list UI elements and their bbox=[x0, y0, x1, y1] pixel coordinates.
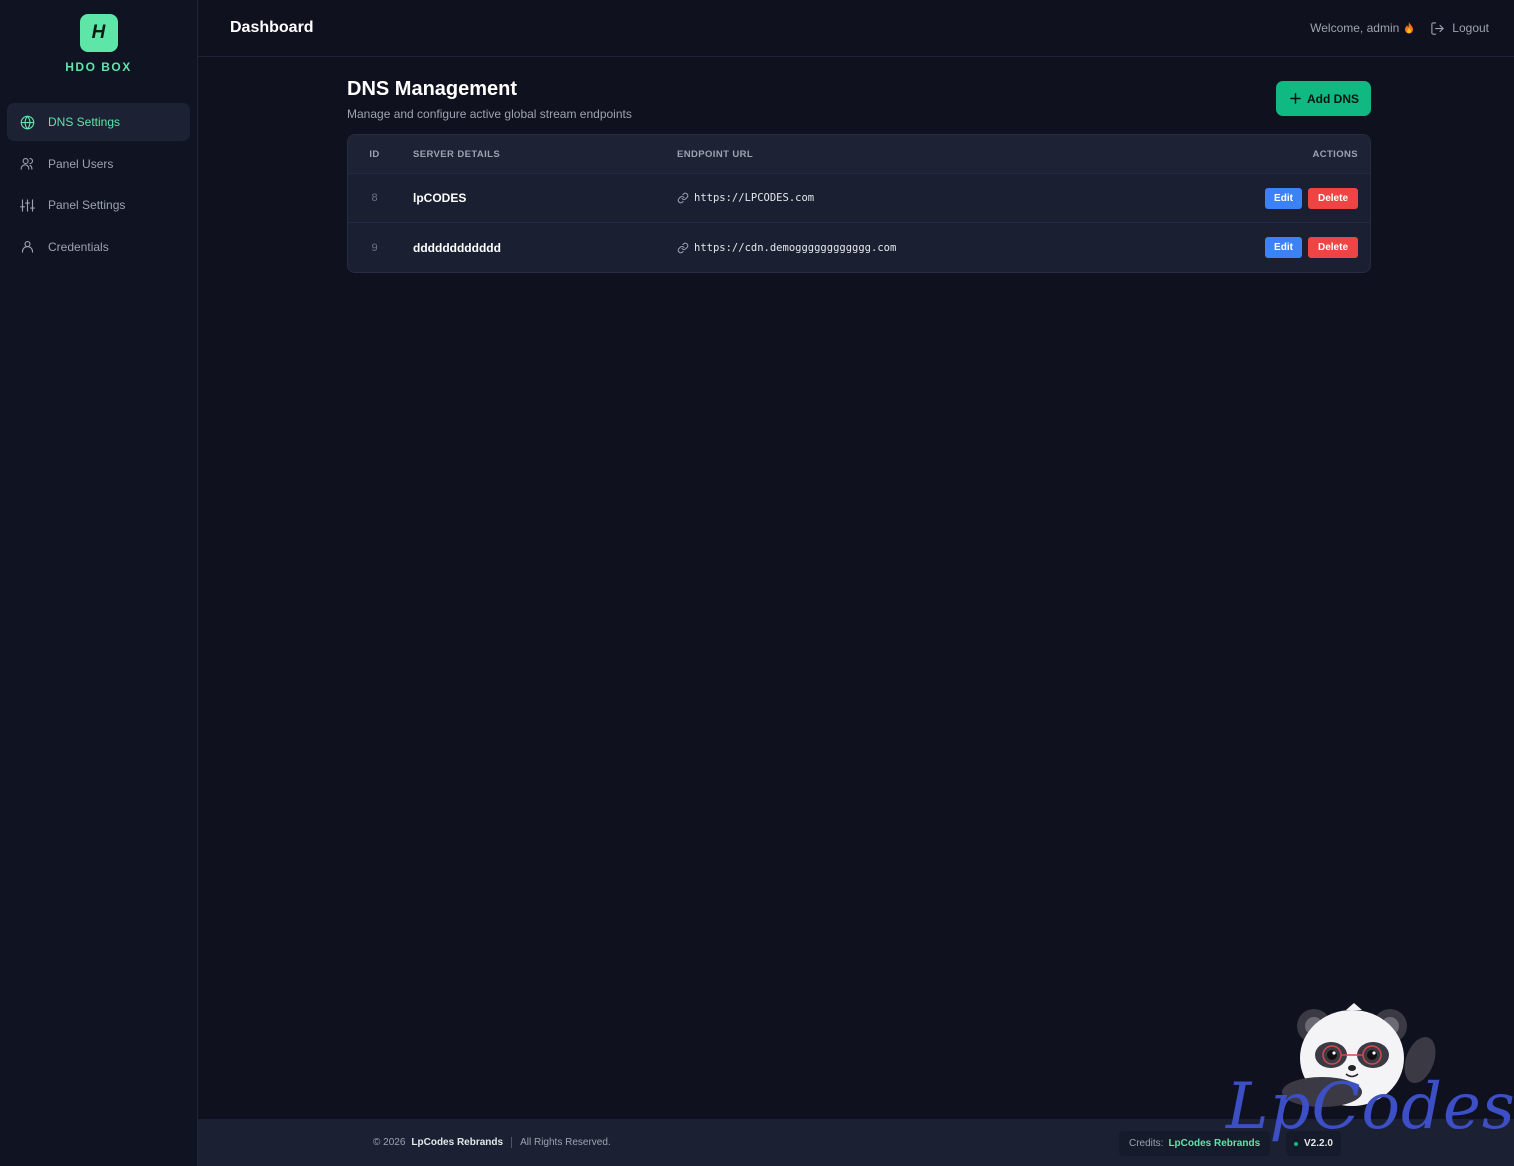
row-actions: Edit Delete bbox=[1170, 237, 1370, 258]
row-server-name: dddddddddddd bbox=[413, 240, 501, 255]
column-header-actions: ACTIONS bbox=[1312, 148, 1358, 160]
copyright-year: © 2026 bbox=[373, 1137, 406, 1148]
row-server-name: lpCODES bbox=[413, 191, 467, 205]
row-actions: Edit Delete bbox=[1170, 187, 1370, 209]
sidebar-nav: DNS Settings Panel Users Panel Settings … bbox=[0, 103, 197, 266]
footer-rights: All Rights Reserved. bbox=[520, 1137, 611, 1148]
footer-copyright: © 2026 LpCodes Rebrands All Rights Reser… bbox=[373, 1137, 611, 1148]
add-dns-button[interactable]: Add DNS bbox=[1276, 81, 1371, 116]
brand-logo[interactable]: H bbox=[79, 14, 118, 52]
logout-icon bbox=[1431, 21, 1444, 35]
page-heading: Dashboard bbox=[230, 19, 314, 36]
link-icon bbox=[677, 242, 689, 253]
row-endpoint-url: https://cdn.demogggggggggggg.com bbox=[694, 241, 897, 254]
logout-label: Logout bbox=[1452, 21, 1489, 35]
user-icon bbox=[21, 240, 34, 253]
flame-icon bbox=[1405, 22, 1414, 34]
column-header-url: ENDPOINT URL bbox=[677, 148, 754, 160]
plus-icon bbox=[1290, 93, 1301, 104]
page-subtitle: Manage and configure active global strea… bbox=[347, 107, 632, 121]
credits-link[interactable]: LpCodes Rebrands bbox=[1168, 1138, 1260, 1149]
add-dns-label: Add DNS bbox=[1307, 91, 1359, 106]
sidebar-item-panel-users[interactable]: Panel Users bbox=[7, 145, 190, 183]
sidebar-item-label: Panel Users bbox=[48, 156, 114, 171]
globe-icon bbox=[20, 115, 35, 129]
row-endpoint: https://LPCODES.com bbox=[665, 192, 1170, 204]
row-id: 9 bbox=[371, 241, 378, 254]
delete-button[interactable]: Delete bbox=[1308, 187, 1358, 209]
topbar: Dashboard Welcome, admin Logout bbox=[198, 0, 1514, 57]
logout-button[interactable]: Logout bbox=[1430, 21, 1489, 36]
table-row: 8 lpCODES https://LPCODES.com Edit Delet… bbox=[348, 174, 1370, 223]
table-row: 9 dddddddddddd https://cdn.demoggggggggg… bbox=[348, 223, 1370, 272]
column-header-id: ID bbox=[369, 148, 380, 160]
sidebar: H HDO BOX DNS Settings Panel Users Panel… bbox=[0, 0, 198, 1166]
brand-name: HDO BOX bbox=[65, 60, 132, 74]
main-content: DNS Management Manage and configure acti… bbox=[347, 57, 1371, 273]
sidebar-item-dns-settings[interactable]: DNS Settings bbox=[7, 103, 190, 141]
row-id: 8 bbox=[371, 192, 378, 204]
row-endpoint: https://cdn.demogggggggggggg.com bbox=[665, 242, 1170, 254]
sidebar-item-credentials[interactable]: Credentials bbox=[7, 228, 190, 266]
status-dot bbox=[1294, 1141, 1298, 1146]
version-label: V2.2.0 bbox=[1304, 1138, 1333, 1149]
sidebar-item-label: DNS Settings bbox=[48, 115, 121, 129]
footer: © 2026 LpCodes Rebrands All Rights Reser… bbox=[198, 1119, 1514, 1166]
sidebar-item-label: Panel Settings bbox=[48, 198, 126, 212]
version-badge: V2.2.0 bbox=[1286, 1131, 1341, 1156]
brand: H HDO BOX bbox=[0, 0, 197, 74]
dns-table: ID SERVER DETAILS ENDPOINT URL ACTIONS 8… bbox=[347, 134, 1371, 273]
credits-label: Credits: bbox=[1129, 1138, 1164, 1149]
footer-divider bbox=[511, 1137, 513, 1148]
edit-button[interactable]: Edit bbox=[1265, 237, 1302, 258]
sidebar-item-panel-settings[interactable]: Panel Settings bbox=[7, 186, 190, 224]
column-header-server: SERVER DETAILS bbox=[413, 148, 501, 160]
sidebar-item-label: Credentials bbox=[48, 239, 109, 254]
footer-brand[interactable]: LpCodes Rebrands bbox=[411, 1137, 503, 1148]
row-endpoint-url: https://LPCODES.com bbox=[694, 192, 815, 204]
table-header-row: ID SERVER DETAILS ENDPOINT URL ACTIONS bbox=[348, 135, 1370, 174]
link-icon bbox=[677, 192, 689, 204]
sliders-icon bbox=[20, 198, 35, 212]
page-title: DNS Management bbox=[347, 78, 518, 100]
welcome-text: Welcome, admin bbox=[1310, 21, 1400, 35]
welcome-message: Welcome, admin bbox=[1310, 21, 1414, 35]
delete-button[interactable]: Delete bbox=[1308, 237, 1358, 258]
topbar-right: Welcome, admin Logout bbox=[1310, 21, 1489, 36]
users-icon bbox=[20, 157, 34, 170]
page-header: DNS Management Manage and configure acti… bbox=[347, 57, 1371, 134]
edit-button[interactable]: Edit bbox=[1265, 187, 1302, 209]
credits-badge: Credits: LpCodes Rebrands bbox=[1119, 1131, 1271, 1156]
